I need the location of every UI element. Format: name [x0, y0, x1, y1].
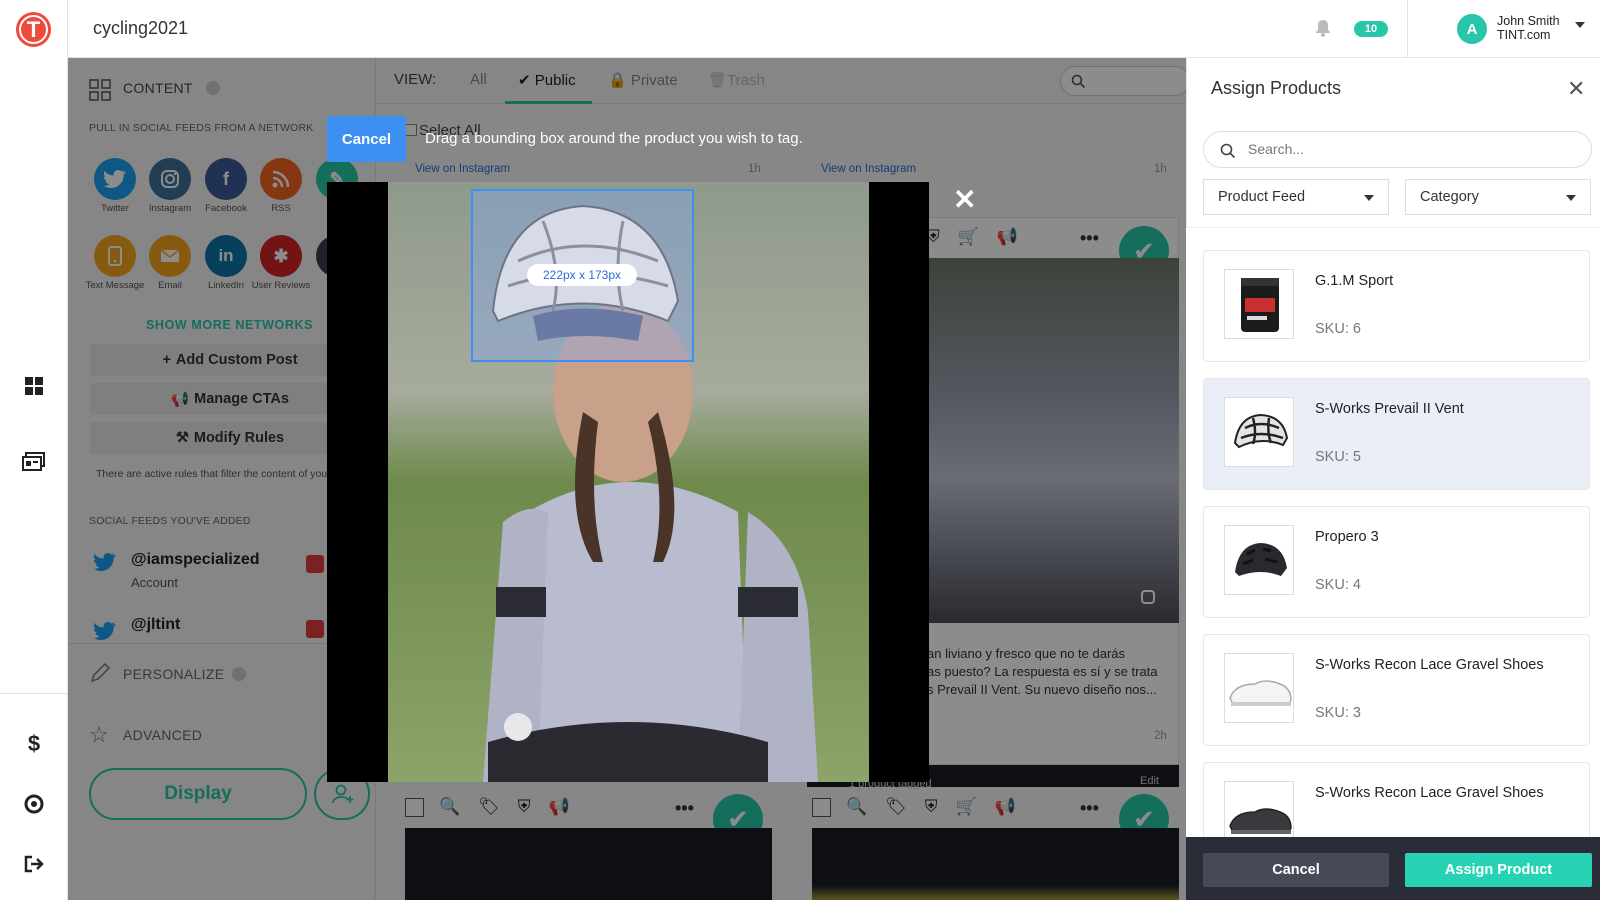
product-card[interactable]: G.1.M Sport SKU: 6	[1203, 250, 1590, 362]
logout-icon[interactable]	[18, 848, 50, 880]
product-feed-dropdown[interactable]: Product Feed	[1203, 179, 1389, 215]
product-list: G.1.M Sport SKU: 6 S-Works Prevail II Ve…	[1186, 227, 1600, 837]
product-sku: SKU: 4	[1315, 577, 1361, 593]
product-name: S-Works Recon Lace Gravel Shoes	[1315, 657, 1544, 673]
product-thumbnail	[1224, 525, 1294, 595]
search-input[interactable]	[1248, 141, 1568, 157]
cancel-button[interactable]: Cancel	[1203, 853, 1389, 887]
close-icon[interactable]: ✕	[953, 183, 976, 216]
close-icon[interactable]: ✕	[1567, 76, 1585, 102]
notification-badge[interactable]: 10	[1354, 21, 1388, 37]
product-thumbnail	[1224, 269, 1294, 339]
product-sku: SKU: 3	[1315, 705, 1361, 721]
product-name: Propero 3	[1315, 529, 1379, 545]
help-icon[interactable]	[18, 788, 50, 820]
product-card[interactable]: S-Works Prevail II Vent SKU: 5	[1203, 378, 1590, 490]
user-name: John Smith	[1497, 14, 1560, 28]
product-search[interactable]	[1203, 131, 1592, 168]
product-sku: SKU: 6	[1315, 321, 1361, 337]
product-name: S-Works Prevail II Vent	[1315, 401, 1464, 417]
bbox-size-label: 222px x 173px	[527, 264, 637, 286]
chevron-down-icon[interactable]	[1575, 22, 1585, 28]
rail-divider	[0, 693, 68, 694]
avatar[interactable]: A	[1457, 14, 1487, 44]
product-name: S-Works Recon Lace Gravel Shoes	[1315, 785, 1544, 801]
search-icon	[1220, 143, 1236, 159]
header-divider	[1407, 0, 1408, 58]
dashboard-icon[interactable]	[18, 370, 50, 402]
tagging-instruction: Drag a bounding box around the product y…	[425, 130, 803, 147]
dollar-icon[interactable]: $	[18, 728, 50, 760]
product-thumbnail	[1224, 781, 1294, 837]
category-label: Category	[1420, 189, 1479, 205]
chevron-down-icon	[1364, 195, 1374, 201]
product-thumbnail	[1224, 397, 1294, 467]
product-name: G.1.M Sport	[1315, 273, 1394, 289]
tint-logo[interactable]: T	[16, 12, 51, 47]
assign-product-button[interactable]: Assign Product	[1405, 853, 1592, 887]
app-name: cycling2021	[93, 18, 189, 38]
user-org: TINT.com	[1497, 28, 1551, 42]
product-sku: SKU: 5	[1315, 449, 1361, 465]
product-thumbnail	[1224, 653, 1294, 723]
top-bar: cycling2021 10 A John Smith TINT.com	[68, 0, 1600, 58]
user-menu[interactable]: John Smith TINT.com	[1497, 14, 1560, 42]
product-card[interactable]: S-Works Recon Lace Gravel Shoes SKU: 3	[1203, 634, 1590, 746]
product-card[interactable]: S-Works Recon Lace Gravel Shoes	[1203, 762, 1590, 837]
cancel-tagging-button[interactable]: Cancel	[327, 116, 406, 162]
product-card[interactable]: Propero 3 SKU: 4	[1203, 506, 1590, 618]
category-dropdown[interactable]: Category	[1405, 179, 1591, 215]
product-feed-label: Product Feed	[1218, 189, 1306, 205]
bell-icon[interactable]	[1315, 19, 1331, 42]
chevron-down-icon	[1566, 195, 1576, 201]
assign-products-title: Assign Products	[1211, 78, 1342, 98]
gallery-icon[interactable]	[18, 446, 50, 478]
